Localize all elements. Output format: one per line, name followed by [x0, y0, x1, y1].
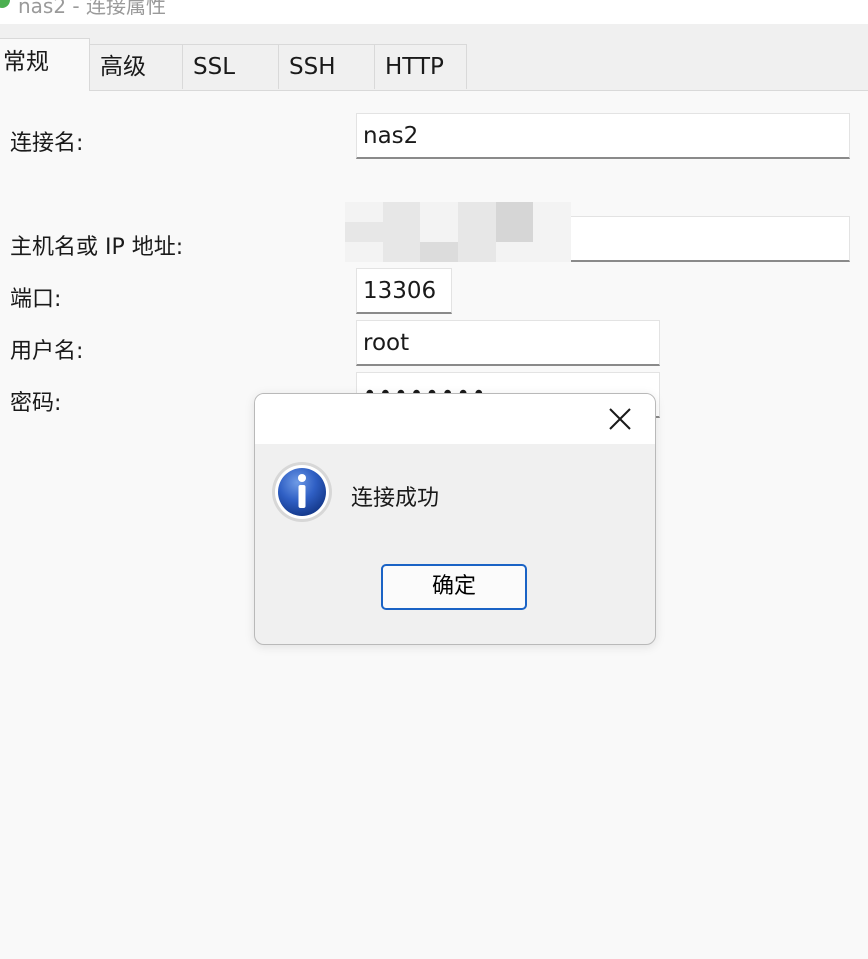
- tab-http[interactable]: HTTP: [374, 44, 467, 89]
- tab-ssl[interactable]: SSL: [182, 44, 279, 89]
- dialog-header: [255, 394, 655, 444]
- app-icon: [0, 0, 10, 8]
- tab-ssh[interactable]: SSH: [278, 44, 375, 89]
- connection-name-label: 连接名:: [10, 131, 84, 156]
- password-label: 密码:: [10, 391, 62, 416]
- ok-button[interactable]: 确定: [381, 564, 527, 610]
- tab-general[interactable]: 常规: [0, 38, 90, 91]
- host-redaction: [345, 202, 571, 262]
- window-title: nas2 - 连接属性: [18, 0, 167, 18]
- tab-advanced[interactable]: 高级: [89, 44, 183, 89]
- connection-properties-window: nas2 - 连接属性 常规 高级 SSL SSH HTTP 连接名: nas2…: [0, 0, 868, 959]
- port-label: 端口:: [10, 287, 62, 312]
- dialog-message: 连接成功: [351, 486, 440, 511]
- info-icon: [271, 461, 333, 523]
- port-input[interactable]: 13306: [356, 268, 452, 314]
- message-dialog: 连接成功 确定: [254, 393, 656, 645]
- connection-name-input[interactable]: nas2: [356, 113, 850, 159]
- username-label: 用户名:: [10, 339, 84, 364]
- host-label: 主机名或 IP 地址:: [10, 235, 184, 260]
- username-input[interactable]: root: [356, 320, 660, 366]
- tab-bar: 常规 高级 SSL SSH HTTP: [0, 24, 868, 91]
- title-bar: nas2 - 连接属性: [0, 0, 868, 24]
- close-icon[interactable]: [605, 404, 635, 434]
